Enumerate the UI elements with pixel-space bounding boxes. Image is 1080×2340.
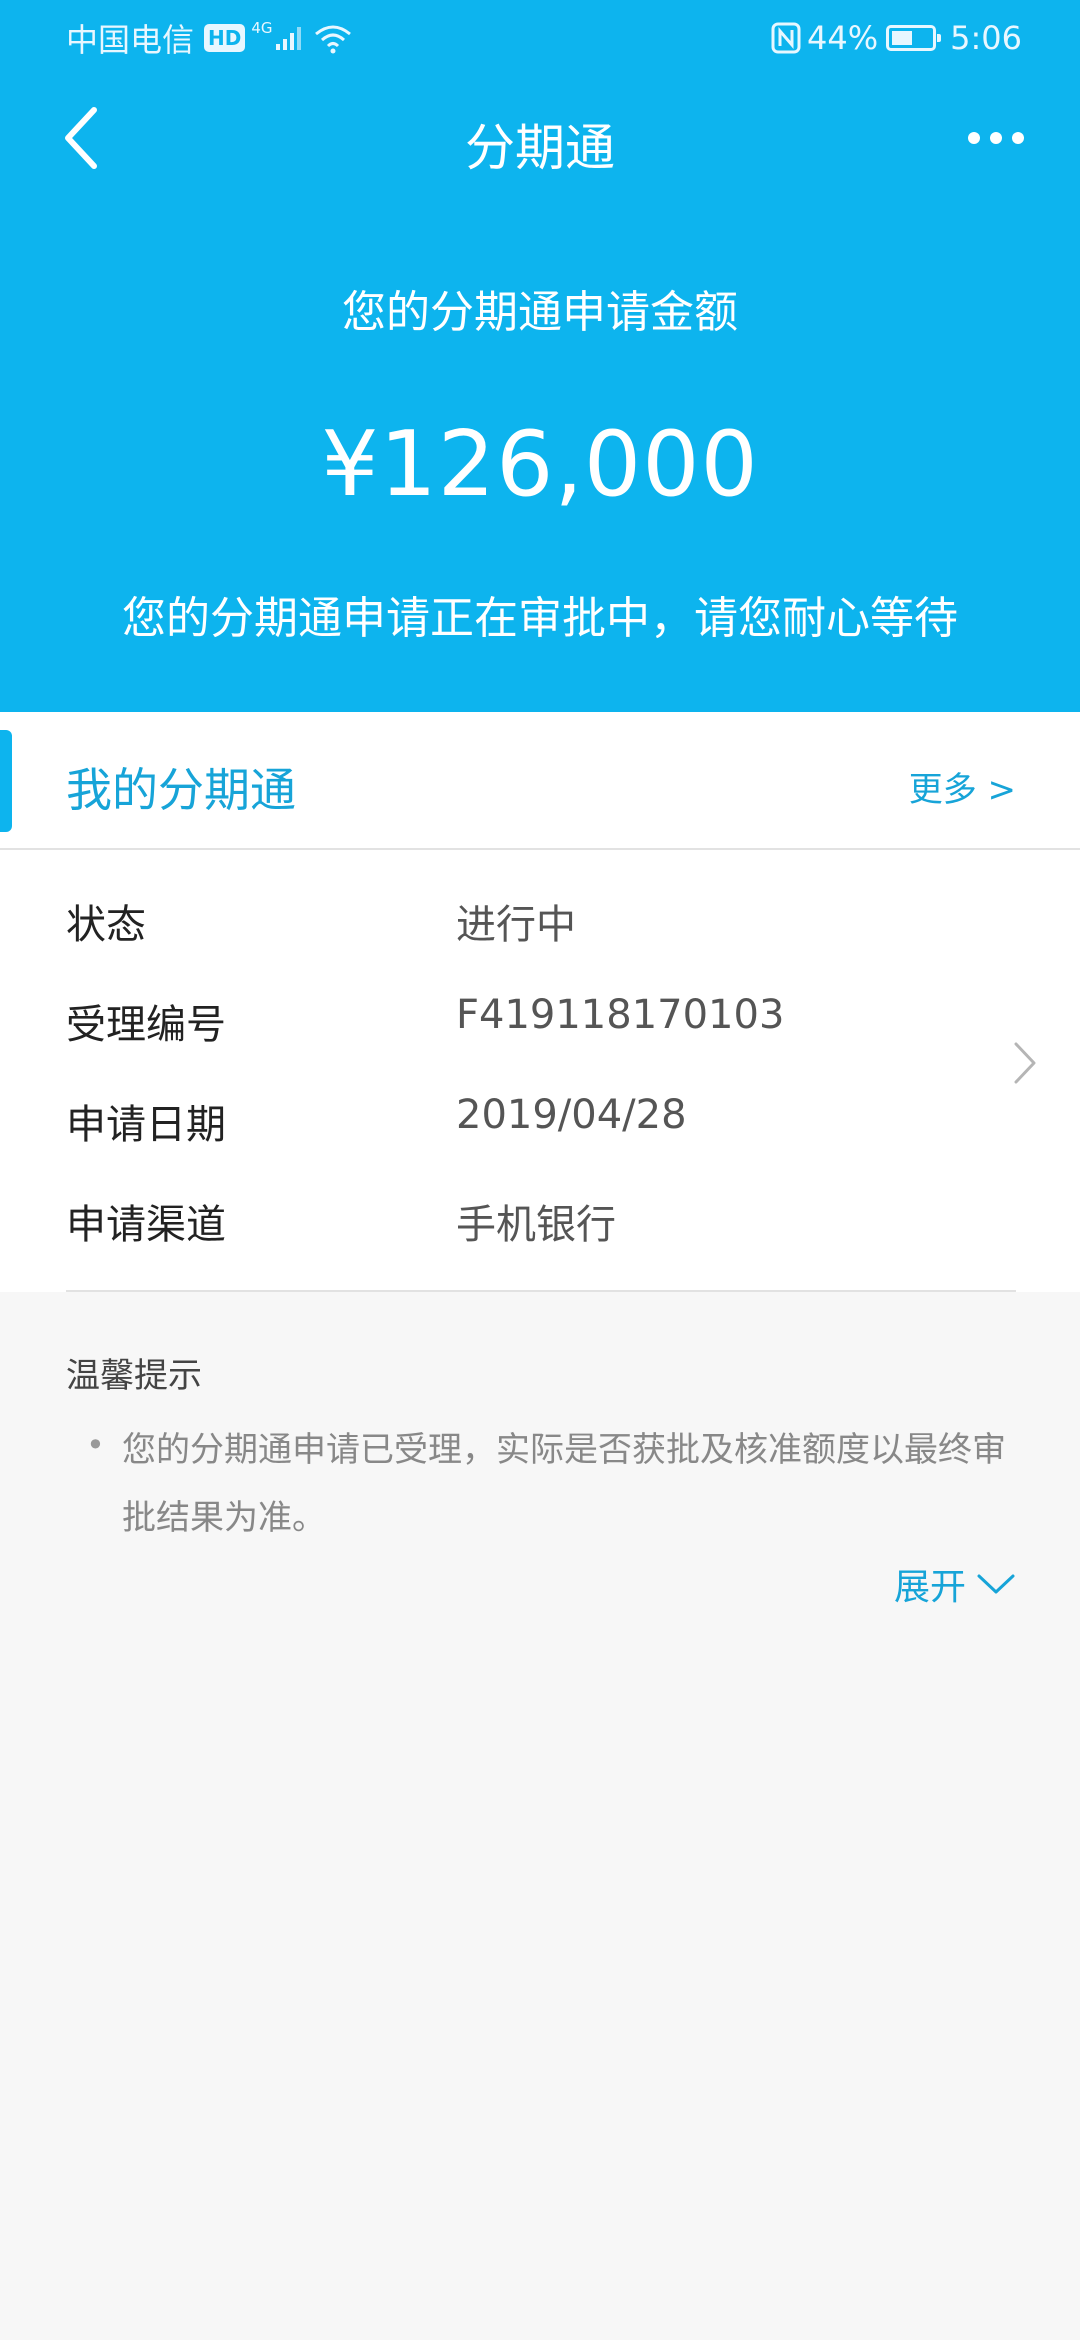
section-title: 我的分期通	[66, 763, 296, 817]
detail-value: F419118170103	[456, 992, 785, 1038]
detail-value: 2019/04/28	[456, 1092, 687, 1138]
expand-button[interactable]: 展开	[894, 1558, 1016, 1610]
wifi-icon	[314, 25, 351, 54]
header-banner: 中国电信 HD 4G 44% 5:06 分期通 您的分期通申请金额 ¥126,0…	[0, 0, 1080, 712]
section-header: 我的分期通 更多 >	[0, 712, 1080, 850]
expand-label: 展开	[893, 1567, 966, 1608]
detail-row-reference-number: 受理编号 F419118170103	[0, 992, 1080, 1052]
more-options-button[interactable]	[956, 108, 1036, 168]
battery-icon	[886, 25, 942, 51]
detail-row-channel: 申请渠道 手机银行	[0, 1192, 1080, 1252]
detail-label: 状态	[66, 902, 146, 948]
clock: 5:06	[950, 19, 1022, 57]
detail-row-application-date: 申请日期 2019/04/28	[0, 1092, 1080, 1152]
more-link[interactable]: 更多 >	[909, 762, 1016, 811]
approval-status-message: 您的分期通申请正在审批中，请您耐心等待	[122, 593, 958, 644]
amount-label: 您的分期通申请金额	[342, 287, 738, 338]
hd-badge: HD	[204, 24, 246, 52]
detail-label: 申请渠道	[66, 1202, 226, 1248]
network-type: 4G	[251, 19, 273, 37]
chevron-down-icon	[977, 1574, 1015, 1594]
detail-row-status: 状态 进行中	[0, 892, 1080, 952]
nav-bar: 分期通	[0, 78, 1080, 198]
tips-title: 温馨提示	[66, 1356, 202, 1396]
tips-text: 您的分期通申请已受理，实际是否获批及核准额度以最终审批结果为准。	[122, 1430, 1006, 1538]
status-bar-right: 44% 5:06	[771, 18, 1022, 58]
page-title: 分期通	[465, 119, 615, 177]
more-dots-icon	[968, 132, 1024, 144]
detail-label: 受理编号	[66, 1002, 226, 1048]
nfc-icon	[771, 22, 801, 54]
chevron-right-icon	[1014, 1042, 1036, 1084]
installment-card: 我的分期通 更多 > 状态 进行中 受理编号 F419118170103 申请日…	[0, 712, 1080, 1292]
divider	[66, 1290, 1016, 1292]
application-detail-rows[interactable]: 状态 进行中 受理编号 F419118170103 申请日期 2019/04/2…	[0, 850, 1080, 1280]
battery-percent: 44%	[807, 19, 879, 57]
detail-label: 申请日期	[66, 1102, 226, 1148]
carrier-name: 中国电信	[66, 21, 195, 59]
detail-value: 手机银行	[456, 1202, 616, 1248]
status-bar-left: 中国电信 HD 4G	[66, 18, 353, 59]
amount-value: ¥126,000	[321, 412, 759, 517]
bullet-icon: •	[86, 1426, 105, 1464]
status-bar: 中国电信 HD 4G 44% 5:06	[0, 0, 1080, 78]
signal-icon	[275, 27, 301, 50]
section-accent-bar	[0, 730, 12, 832]
detail-value: 进行中	[456, 902, 576, 948]
